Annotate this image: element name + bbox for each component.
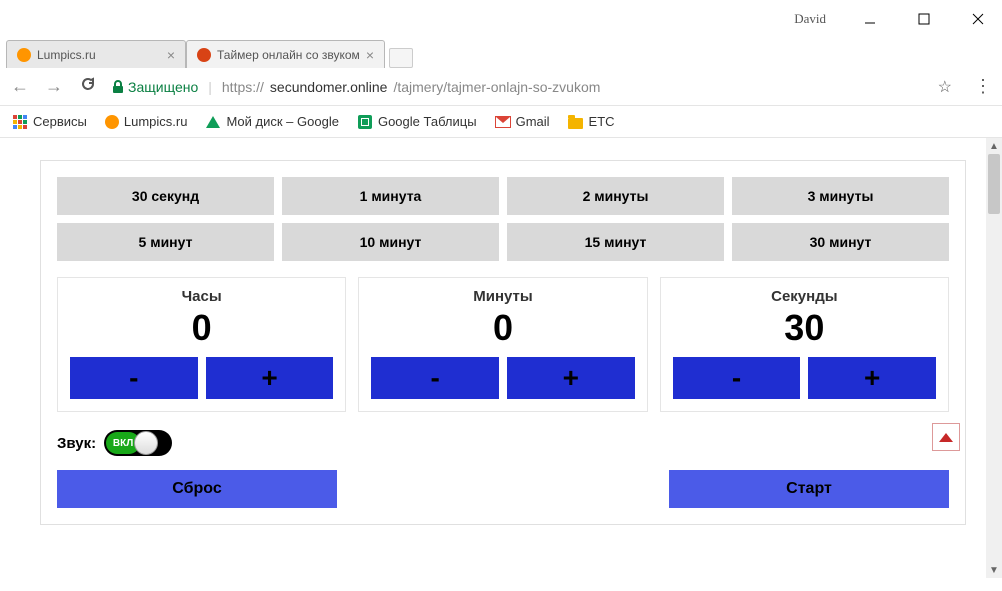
bookmark-drive[interactable]: Мой диск – Google [205, 114, 339, 130]
hours-card: Часы 0 - + [57, 277, 346, 412]
tab-lumpics[interactable]: Lumpics.ru × [6, 40, 186, 68]
seconds-card: Секунды 30 - + [660, 277, 949, 412]
preset-30m[interactable]: 30 минут [732, 223, 949, 261]
hours-plus-button[interactable]: + [206, 357, 334, 399]
bookmark-gmail[interactable]: Gmail [495, 114, 550, 130]
scroll-thumb[interactable] [988, 154, 1000, 214]
back-button[interactable]: ← [10, 76, 30, 97]
seconds-plus-button[interactable]: + [808, 357, 936, 399]
url-separator: | [208, 79, 212, 95]
page-content: 30 секунд 1 минута 2 минуты 3 минуты 5 м… [0, 138, 1002, 535]
close-button[interactable] [958, 5, 998, 33]
sound-row: Звук: ВКЛ [57, 430, 949, 456]
vertical-scrollbar[interactable]: ▲ ▼ [986, 138, 1002, 578]
chrome-menu-icon[interactable]: ⋮ [974, 76, 992, 97]
toggle-knob [134, 431, 158, 455]
preset-2m[interactable]: 2 минуты [507, 177, 724, 215]
secure-label: Защищено [128, 79, 198, 95]
minutes-card: Минуты 0 - + [358, 277, 647, 412]
hours-value: 0 [70, 307, 333, 349]
preset-3m[interactable]: 3 минуты [732, 177, 949, 215]
apps-label: Сервисы [33, 114, 87, 129]
time-cards: Часы 0 - + Минуты 0 - + Секунды 30 - [57, 277, 949, 412]
reload-button[interactable] [78, 76, 98, 97]
tab-title: Lumpics.ru [37, 48, 161, 62]
url-protocol: https:// [222, 79, 264, 95]
minutes-value: 0 [371, 307, 634, 349]
tab-timer[interactable]: Таймер онлайн со звуком × [186, 40, 385, 68]
hours-minus-button[interactable]: - [70, 357, 198, 399]
tab-title: Таймер онлайн со звуком [217, 48, 360, 62]
seconds-value: 30 [673, 307, 936, 349]
maximize-button[interactable] [904, 5, 944, 33]
close-icon[interactable]: × [366, 47, 374, 63]
preset-5m[interactable]: 5 минут [57, 223, 274, 261]
scroll-to-top-button[interactable] [932, 423, 960, 451]
tab-bar: Lumpics.ru × Таймер онлайн со звуком × [0, 38, 1002, 68]
reset-button[interactable]: Сброс [57, 470, 337, 508]
favicon-icon [17, 48, 31, 62]
bookmark-lumpics[interactable]: Lumpics.ru [105, 114, 188, 129]
seconds-minus-button[interactable]: - [673, 357, 801, 399]
gmail-icon [495, 116, 511, 128]
apps-icon [13, 115, 27, 129]
secure-badge: Защищено [112, 79, 198, 95]
preset-1m[interactable]: 1 минута [282, 177, 499, 215]
new-tab-button[interactable] [389, 48, 413, 68]
scroll-up-arrow[interactable]: ▲ [986, 138, 1002, 154]
sheets-icon [358, 115, 372, 129]
username-label: David [794, 11, 826, 27]
url-path: /tajmery/tajmer-onlajn-so-zvukom [393, 79, 600, 95]
minutes-plus-button[interactable]: + [507, 357, 635, 399]
action-row: Сброс Старт [57, 470, 949, 508]
hours-label: Часы [70, 288, 333, 305]
start-button[interactable]: Старт [669, 470, 949, 508]
address-bar: ← → Защищено | https:// secundomer.online… [0, 68, 1002, 106]
minutes-label: Минуты [371, 288, 634, 305]
apps-button[interactable]: Сервисы [12, 114, 87, 130]
folder-icon [568, 118, 583, 129]
forward-button[interactable]: → [44, 76, 64, 97]
preset-grid: 30 секунд 1 минута 2 минуты 3 минуты 5 м… [57, 177, 949, 261]
bookmark-folder-etc[interactable]: ETC [568, 114, 615, 130]
favicon-icon [197, 48, 211, 62]
sound-label: Звук: [57, 435, 96, 452]
bookmark-sheets[interactable]: Google Таблицы [357, 114, 477, 130]
minutes-minus-button[interactable]: - [371, 357, 499, 399]
chevron-up-icon [939, 433, 953, 442]
url-host: secundomer.online [270, 79, 388, 95]
preset-30s[interactable]: 30 секунд [57, 177, 274, 215]
preset-15m[interactable]: 15 минут [507, 223, 724, 261]
timer-panel: 30 секунд 1 минута 2 минуты 3 минуты 5 м… [40, 160, 966, 525]
seconds-label: Секунды [673, 288, 936, 305]
favicon-icon [105, 115, 119, 129]
bookmarks-bar: Сервисы Lumpics.ru Мой диск – Google Goo… [0, 106, 1002, 138]
sound-toggle[interactable]: ВКЛ [104, 430, 172, 456]
close-icon[interactable]: × [167, 47, 175, 63]
url-input[interactable]: Защищено | https:// secundomer.online/taj… [112, 79, 924, 95]
window-title-bar: David [0, 0, 1002, 38]
bookmark-star-icon[interactable]: ☆ [938, 77, 952, 97]
drive-icon [206, 116, 220, 128]
preset-10m[interactable]: 10 минут [282, 223, 499, 261]
scroll-down-arrow[interactable]: ▼ [986, 562, 1002, 578]
minimize-button[interactable] [850, 5, 890, 33]
